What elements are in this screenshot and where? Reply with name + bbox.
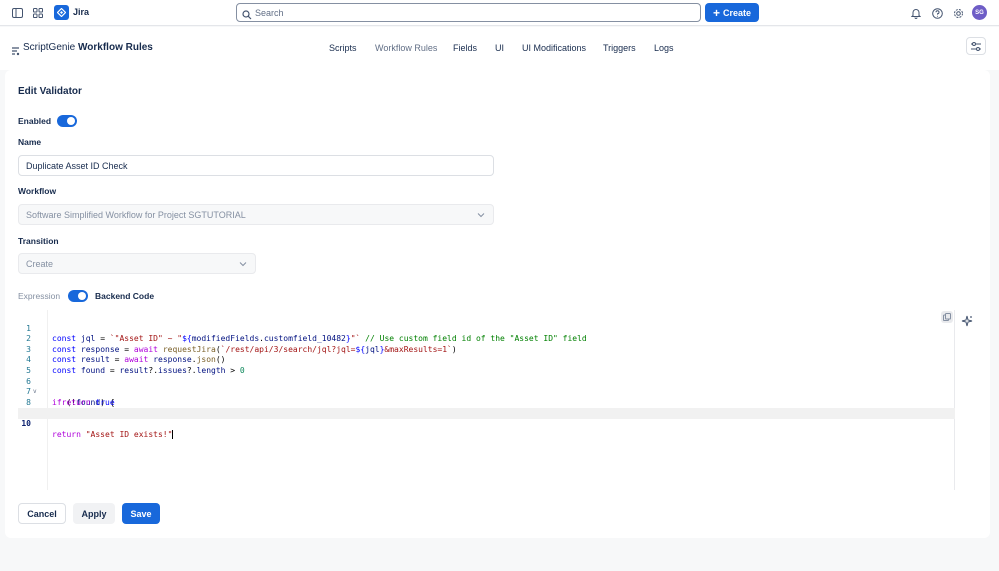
code-editor[interactable]: 1 const jql = `"Asset ID" ~ "${modifiedF… [18,310,955,490]
apply-button[interactable]: Apply [73,503,115,524]
transition-label: Transition [18,236,59,246]
search-input[interactable]: Search [236,3,701,22]
chevron-down-icon [477,210,485,220]
backend-code-toggle[interactable] [68,290,88,302]
notifications-bell-icon[interactable] [909,6,923,20]
nav-ui[interactable]: UI [495,43,504,53]
scriptgenie-logo-icon [11,43,20,61]
create-button[interactable]: + Create [705,3,759,22]
app-switcher-icon[interactable] [31,6,45,20]
enabled-label: Enabled [18,116,52,126]
code-line[interactable]: 5 [18,355,955,375]
code-line-current[interactable]: 10 return "Asset ID exists!" [18,408,955,439]
nav-workflow-rules[interactable]: Workflow Rules [375,43,437,53]
workflow-select[interactable]: Software Simplified Workflow for Project… [18,204,494,225]
expression-mode-label: Expression [18,291,61,301]
sliders-icon [971,41,981,51]
save-button[interactable]: Save [122,503,160,524]
nav-ui-modifications[interactable]: UI Modifications [522,43,586,53]
name-label: Name [18,137,42,147]
transition-select-value: Create [26,259,54,269]
app-title: ScriptGenie Workflow Rules [23,42,153,53]
create-button-label: Create [723,7,752,18]
workflow-select-value: Software Simplified Workflow for Project… [26,210,246,220]
nav-fields[interactable]: Fields [453,43,477,53]
enabled-toggle[interactable] [57,115,77,127]
code-line[interactable]: 2 const response = await requestJira(`/r… [18,324,955,354]
preferences-button[interactable] [966,37,986,55]
app-header: ScriptGenie Workflow Rules Scripts Workf… [0,27,999,70]
code-line[interactable]: 8 } [18,387,955,418]
transition-select[interactable]: Create [18,253,256,274]
code-line[interactable]: 4 const found = result?.issues?.length >… [18,345,955,375]
jira-logo-icon[interactable] [54,5,69,20]
workflow-label: Workflow [18,186,57,196]
code-line[interactable]: 3 const result = await response.json() [18,334,955,365]
chevron-down-icon [239,259,247,269]
cancel-button[interactable]: Cancel [18,503,66,524]
sidebar-toggle-icon[interactable] [10,6,24,20]
page-title: Edit Validator [18,86,82,97]
help-icon[interactable] [930,6,944,20]
app-name[interactable]: Jira [73,7,89,17]
search-icon [242,7,252,25]
search-placeholder: Search [255,8,284,18]
copy-icon[interactable] [941,311,953,323]
app-title-bold: Workflow Rules [78,42,153,53]
app-title-prefix: ScriptGenie [23,42,76,53]
top-navigation-bar: Jira Search + Create SG [0,0,999,26]
plus-icon: + [712,5,720,20]
ai-sparkle-icon[interactable] [961,314,973,332]
nav-triggers[interactable]: Triggers [603,43,636,53]
settings-gear-icon[interactable] [951,6,965,20]
code-line[interactable]: 6 v if (!found) { [18,366,955,407]
nav-logs[interactable]: Logs [654,43,674,53]
line-number: 10 [21,418,31,428]
user-avatar[interactable]: SG [972,5,987,20]
nav-scripts[interactable]: Scripts [329,43,357,53]
backend-code-label: Backend Code [95,291,155,301]
code-line[interactable]: 7 return true [18,377,955,407]
text-cursor [172,429,174,439]
name-input[interactable]: Duplicate Asset ID Check [18,155,494,176]
name-input-value: Duplicate Asset ID Check [26,161,128,171]
code-line[interactable]: 9 [18,398,955,417]
code-line[interactable]: 1 const jql = `"Asset ID" ~ "${modifiedF… [18,313,955,344]
